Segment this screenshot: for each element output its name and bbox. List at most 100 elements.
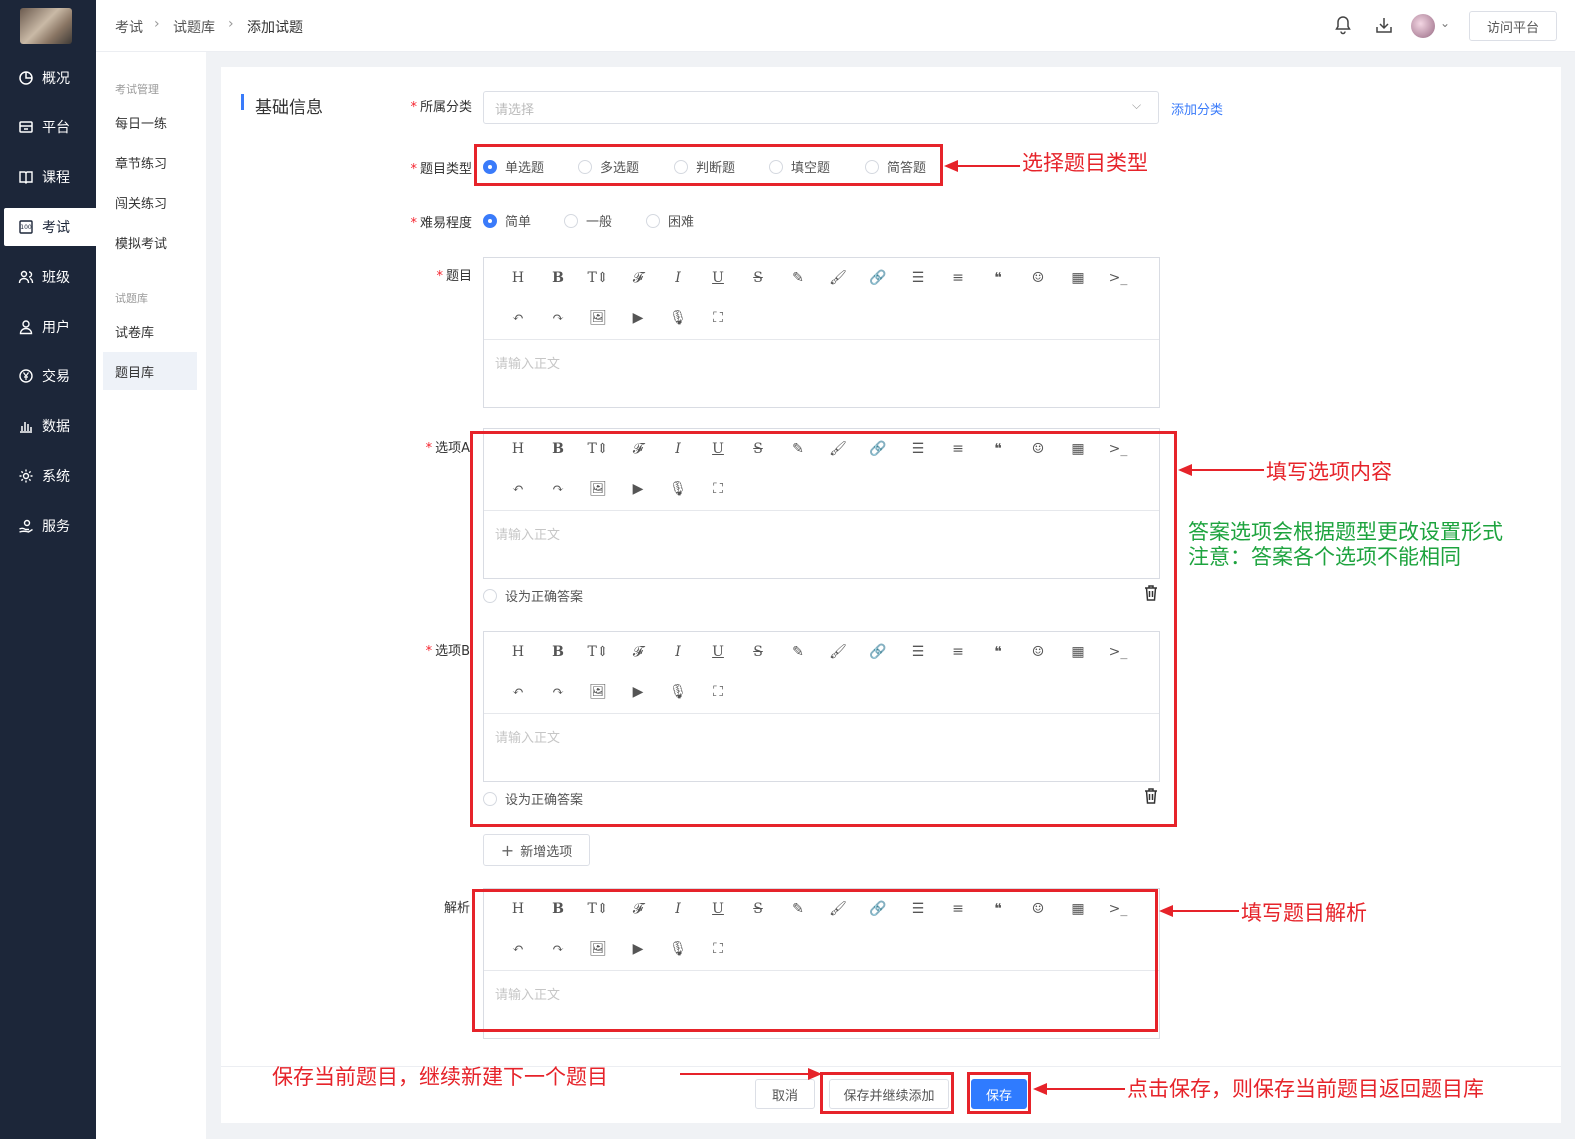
- radio-unchecked-icon: [564, 213, 578, 228]
- sidebar-item-4[interactable]: 班级: [4, 258, 96, 296]
- list-icon[interactable]: ☰: [898, 264, 938, 292]
- sidebar-item-label: 平台: [42, 120, 70, 136]
- microphone-icon[interactable]: 🎙: [658, 304, 698, 332]
- highlight-options: [470, 431, 1177, 827]
- image-icon[interactable]: 🖼: [578, 304, 618, 332]
- breadcrumb-item-add-question: 添加试题: [247, 20, 303, 36]
- undo-icon[interactable]: ↶: [498, 304, 538, 332]
- pen-icon[interactable]: ✎: [778, 264, 818, 292]
- class-icon: [18, 269, 34, 285]
- subnav-item-level-practice[interactable]: 闯关练习: [103, 183, 197, 221]
- sidebar-item-label: 服务: [42, 519, 70, 535]
- sidebar-item-2[interactable]: 课程: [4, 158, 96, 196]
- user-icon: [18, 319, 34, 335]
- link-icon[interactable]: 🔗: [858, 264, 898, 292]
- question-type-label: * 题目类型: [410, 162, 472, 177]
- difficulty-radio-easy[interactable]: 简单: [483, 211, 531, 230]
- section-title: 基础信息: [255, 98, 323, 118]
- breadcrumb-item-exam[interactable]: 考试: [115, 17, 143, 37]
- subnav-item-question-library[interactable]: 题目库: [103, 352, 197, 390]
- sidebar-item-label: 系统: [42, 469, 70, 485]
- font-family-icon[interactable]: 𝓕: [618, 264, 658, 292]
- question-editor[interactable]: H B T⇕ 𝓕 I U S ✎ 🖌 🔗 ☰ ≡ ❝ ☺ ▦ >_ ↶ ↷ 🖼 ▶ 🎙 ⛶ 请输入正文: [483, 257, 1160, 408]
- option-b-label: * 选项B: [425, 644, 470, 659]
- code-icon[interactable]: >_: [1098, 264, 1138, 292]
- platform-icon: [18, 119, 34, 135]
- annotation-fill-analysis: 填写题目解析: [1241, 901, 1367, 925]
- sidebar-item-label: 课程: [42, 170, 70, 186]
- pie-chart-icon: [18, 70, 34, 86]
- annotation-save-continue: 保存当前题目，继续新建下一个题目: [272, 1065, 608, 1089]
- category-placeholder: 请选择: [495, 103, 535, 118]
- fullscreen-icon[interactable]: ⛶: [698, 304, 738, 332]
- svg-text:100: 100: [20, 224, 32, 231]
- video-icon[interactable]: ▶: [618, 304, 658, 332]
- bell-icon[interactable]: [1334, 15, 1352, 39]
- sidebar-item-0[interactable]: 概况: [4, 59, 96, 97]
- subnav-group-question-bank: 试题库: [115, 292, 148, 305]
- annotation-fill-options: 填写选项内容: [1266, 460, 1392, 484]
- subnav-item-chapter-practice[interactable]: 章节练习: [103, 143, 197, 181]
- logo[interactable]: [20, 8, 72, 44]
- bar-chart-icon: [18, 418, 34, 434]
- highlight-analysis: [472, 889, 1158, 1032]
- download-icon[interactable]: [1374, 15, 1394, 39]
- avatar[interactable]: [1411, 14, 1435, 38]
- breadcrumb-item-question-bank[interactable]: 试题库: [173, 17, 215, 37]
- sidebar-item-label: 班级: [42, 270, 70, 286]
- brush-icon[interactable]: 🖌: [818, 264, 858, 292]
- difficulty-radio-medium[interactable]: 一般: [564, 211, 612, 230]
- editor-placeholder[interactable]: 请输入正文: [495, 353, 560, 372]
- annotation-save: 点击保存，则保存当前题目返回题目库: [1127, 1077, 1484, 1101]
- service-icon: [18, 518, 34, 534]
- table-icon[interactable]: ▦: [1058, 264, 1098, 292]
- bold-icon[interactable]: B: [538, 264, 578, 292]
- chevron-down-icon[interactable]: ⌄: [1440, 16, 1450, 30]
- analysis-label: 解析: [443, 901, 470, 916]
- category-select[interactable]: [483, 91, 1159, 124]
- category-label: * 所属分类: [410, 100, 472, 115]
- visit-platform-button[interactable]: 访问平台: [1469, 11, 1557, 41]
- sidebar-item-label: 概况: [42, 71, 70, 87]
- option-a-label: * 选项A: [425, 441, 470, 456]
- sidebar-item-label: 数据: [42, 419, 70, 435]
- sidebar-item-3[interactable]: 100 考试: [4, 208, 96, 246]
- emoji-icon[interactable]: ☺: [1018, 264, 1058, 292]
- arrow-line: [1045, 1088, 1125, 1090]
- arrow-line: [1190, 469, 1264, 471]
- annotation-note-line2: 注意：答案各个选项不能相同: [1188, 545, 1461, 569]
- difficulty-label: * 难易程度: [410, 216, 472, 231]
- sidebar-item-label: 考试: [42, 220, 70, 236]
- sidebar-item-6[interactable]: 交易: [4, 357, 96, 395]
- arrow-right-icon: [808, 1068, 822, 1080]
- arrow-line: [1171, 910, 1239, 912]
- add-category-link[interactable]: 添加分类: [1171, 99, 1223, 118]
- chevron-down-icon[interactable]: ⌵: [1132, 98, 1141, 113]
- heading-icon[interactable]: H: [498, 264, 538, 292]
- radio-checked-icon: [483, 213, 497, 228]
- quote-icon[interactable]: ❝: [978, 264, 1018, 292]
- underline-icon[interactable]: U: [698, 264, 738, 292]
- cancel-button[interactable]: 取消: [755, 1079, 815, 1109]
- arrow-line: [956, 165, 1020, 167]
- sidebar-item-7[interactable]: 数据: [4, 407, 96, 445]
- top-bar: [96, 0, 1575, 52]
- book-icon: [18, 169, 34, 185]
- strikethrough-icon[interactable]: S: [738, 264, 778, 292]
- font-size-icon[interactable]: T⇕: [578, 264, 618, 292]
- sidebar-item-9[interactable]: 服务: [4, 507, 96, 545]
- sidebar-item-5[interactable]: 用户: [4, 308, 96, 346]
- italic-icon[interactable]: I: [658, 264, 698, 292]
- redo-icon[interactable]: ↷: [538, 304, 578, 332]
- align-icon[interactable]: ≡: [938, 264, 978, 292]
- subnav-item-paper-library[interactable]: 试卷库: [103, 312, 197, 350]
- difficulty-radio-hard[interactable]: 困难: [646, 211, 694, 230]
- question-label: * 题目: [436, 269, 472, 284]
- add-option-button[interactable]: + 新增选项: [483, 834, 590, 866]
- subnav-item-mock-exam[interactable]: 模拟考试: [103, 223, 197, 261]
- subnav-item-daily-practice[interactable]: 每日一练: [103, 103, 197, 141]
- sidebar-item-1[interactable]: 平台: [4, 108, 96, 146]
- breadcrumb-separator-icon: ›: [228, 16, 234, 32]
- sidebar-item-8[interactable]: 系统: [4, 457, 96, 495]
- yen-icon: [18, 368, 34, 384]
